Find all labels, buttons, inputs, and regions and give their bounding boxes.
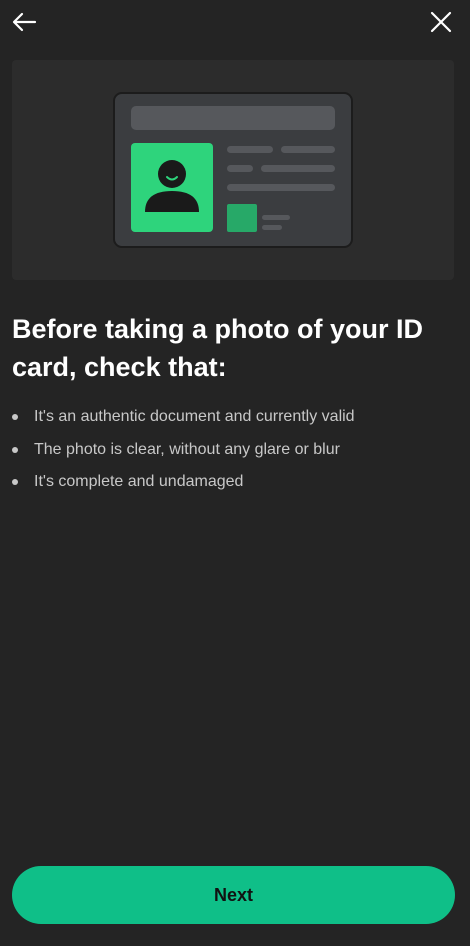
list-item: It's an authentic document and currently… (12, 404, 452, 437)
id-card-graphic (113, 92, 353, 248)
list-item-text: It's an authentic document and currently… (34, 408, 355, 425)
bullet-icon (12, 414, 18, 420)
arrow-left-icon (12, 12, 37, 32)
page-title: Before taking a photo of your ID card, c… (12, 314, 424, 382)
list-item-text: It's complete and undamaged (34, 473, 244, 490)
close-button[interactable] (425, 6, 457, 38)
list-item: It's complete and undamaged (12, 469, 452, 502)
top-bar (0, 0, 470, 44)
close-icon (430, 11, 452, 33)
checklist: It's an authentic document and currently… (12, 404, 452, 502)
id-card-illustration (12, 60, 454, 280)
list-item-text: The photo is clear, without any glare or… (34, 440, 340, 458)
list-item: The photo is clear, without any glare or… (12, 437, 452, 470)
bullet-icon (12, 446, 18, 453)
bullet-icon (12, 479, 18, 485)
back-button[interactable] (8, 6, 40, 38)
next-button[interactable]: Next (12, 866, 455, 924)
